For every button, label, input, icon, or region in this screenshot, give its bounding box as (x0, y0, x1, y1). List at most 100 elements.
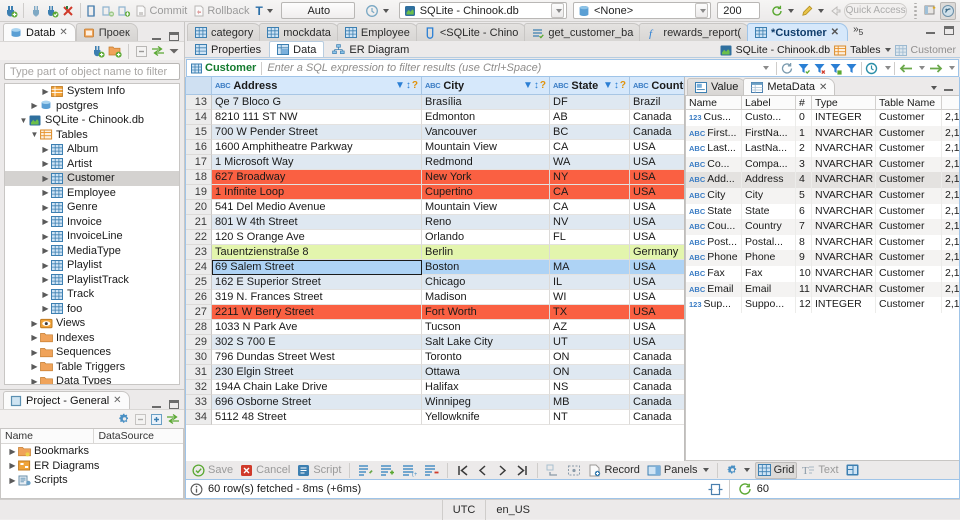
row-number[interactable]: 34 (186, 410, 212, 425)
save-button[interactable]: Save (190, 462, 235, 479)
tree-item-tables[interactable]: ▼ Tables (5, 128, 179, 143)
close-icon-3[interactable]: ✕ (819, 82, 827, 93)
connection-select[interactable]: SQLite - Chinook.db (398, 2, 567, 19)
row-number[interactable]: 19 (186, 185, 212, 200)
grid-cell[interactable]: Orlando (422, 230, 550, 245)
grid-cell[interactable]: Tucson (422, 320, 550, 335)
calc-icon[interactable] (844, 462, 861, 479)
chevron-right-icon[interactable]: ▶ (29, 101, 40, 110)
grid-cell[interactable]: FL (550, 230, 630, 245)
grid-cell[interactable]: 8210 111 ST NW (212, 110, 422, 125)
metadata-row[interactable]: ABCEmailEmail11NVARCHARCustomer2,147,483 (686, 281, 959, 298)
rollback-tx-icon[interactable] (101, 2, 115, 20)
remove-filter-icon[interactable] (813, 62, 826, 75)
schema-select[interactable]: <None> (573, 2, 712, 19)
metadata-row[interactable]: ABC First... FirstNa... 1 NVARCHAR Customer 2,… (686, 125, 959, 142)
metadata-cell-label[interactable]: Postal... (742, 234, 796, 251)
minimize-icon-4[interactable] (944, 83, 954, 92)
minimize-icon[interactable] (152, 32, 162, 41)
metadata-cell-label[interactable]: City (742, 187, 796, 204)
metadata-body[interactable]: 123Cus...Custo...0INTEGERCustomer2,147,4… (686, 110, 959, 313)
metadata-cell-label[interactable]: State (742, 203, 796, 220)
grid-cell[interactable]: Madison (422, 290, 550, 305)
metadata-cell-idx[interactable]: 8 (796, 234, 812, 251)
row-number[interactable]: 23 (186, 245, 212, 260)
grid-cell[interactable]: 1 Microsoft Way (212, 155, 422, 170)
filter-table-name[interactable]: Customer (187, 62, 256, 74)
metadata-row[interactable]: 123Sup...Suppo...12INTEGERCustomer2,147,… (686, 297, 959, 313)
metadata-cell-maxlen[interactable]: 2,147,483 (942, 172, 959, 188)
grid-cell[interactable]: Salt Lake City (422, 335, 550, 350)
metadata-cell-label[interactable]: Custo... (742, 110, 796, 126)
metadata-cell-maxlen[interactable]: 2,147,483 (942, 282, 959, 298)
table-row[interactable]: 272211 W Berry StreetFort WorthTXUSA76 (186, 305, 684, 320)
gear-icon[interactable] (118, 413, 131, 426)
metadata-cell-table[interactable]: Customer (876, 297, 942, 313)
table-row[interactable]: 25162 E Superior StreetChicagoILUSA60 (186, 275, 684, 290)
grid-cell[interactable]: Cupertino (422, 185, 550, 200)
project-tab[interactable]: Project - General ✕ (3, 391, 130, 409)
chevron-down-icon-7[interactable] (949, 66, 955, 70)
save-filter-icon[interactable] (829, 62, 842, 75)
row-number[interactable]: 30 (186, 350, 212, 365)
metadata-cell-type[interactable]: NVARCHAR (812, 156, 876, 173)
grid-cell[interactable]: 801 W 4th Street (212, 215, 422, 230)
breadcrumb-item-tables[interactable]: Tables (834, 44, 892, 56)
metadata-cell-idx[interactable]: 1 (796, 125, 812, 142)
table-row[interactable]: 281033 N Park AveTucsonAZUSA85 (186, 320, 684, 335)
filter-expression-input[interactable]: Enter a SQL expression to filter results… (267, 62, 541, 74)
row-number[interactable]: 17 (186, 155, 212, 170)
metadata-cell-maxlen[interactable]: 2,147,483 (942, 219, 959, 235)
grid-cell[interactable]: 319 N. Frances Street (212, 290, 422, 305)
grid-cell[interactable]: 302 S 700 E (212, 335, 422, 350)
grid-cell[interactable]: Ottawa (422, 365, 550, 380)
editor-tab-employee[interactable]: Employee (336, 23, 419, 41)
metadata-cell-idx[interactable]: 6 (796, 203, 812, 220)
last-row-icon[interactable] (514, 462, 531, 479)
metadata-cell-label[interactable]: Country (742, 219, 796, 235)
chevron-down-icon-5[interactable] (885, 66, 891, 70)
grid-cell[interactable]: Boston (422, 260, 550, 275)
row-number[interactable]: 29 (186, 335, 212, 350)
grid-cell[interactable] (550, 245, 630, 260)
tab-properties[interactable]: Properties (187, 41, 269, 57)
metadata-cell-table[interactable]: Customer (876, 234, 942, 251)
sidebar-tab-project[interactable]: Проек (75, 23, 138, 41)
next-page-icon[interactable] (928, 63, 944, 74)
metadata-cell-table[interactable]: Customer (876, 187, 942, 204)
grid-cell[interactable]: 69 Salem Street (212, 260, 422, 275)
metadata-cell-type[interactable]: NVARCHAR (812, 141, 876, 157)
grid-cell[interactable]: WI (550, 290, 630, 305)
metadata-cell-type[interactable]: INTEGER (812, 297, 876, 313)
metadata-cell-idx[interactable]: 11 (796, 281, 812, 298)
delete-row-icon[interactable] (422, 462, 441, 479)
cancel-button[interactable]: Cancel (238, 462, 292, 479)
invalidate-icon[interactable] (61, 2, 75, 20)
grid-cell[interactable]: USA (630, 320, 684, 335)
toolbar-drag-handle[interactable] (913, 2, 918, 19)
grid-cell[interactable]: Qe 7 Bloco G (212, 95, 422, 110)
chevron-right-icon[interactable]: ▶ (7, 447, 18, 456)
metadata-cell-maxlen[interactable]: 2,147,483 (942, 126, 959, 142)
grid-cell[interactable]: BC (550, 125, 630, 140)
new-folder-icon[interactable] (108, 44, 122, 58)
metadata-cell-name[interactable]: 123 Sup... (686, 297, 742, 313)
chevron-right-icon[interactable]: ▶ (29, 362, 40, 371)
chevron-right-icon[interactable]: ▶ (29, 377, 40, 384)
prev-row-icon[interactable] (474, 462, 491, 479)
metadata-cell-maxlen[interactable]: 2,147,483 (942, 297, 959, 313)
row-number[interactable]: 33 (186, 395, 212, 410)
tree-item-playlisttrack[interactable]: ▶ PlaylistTrack (5, 273, 179, 288)
metadata-cell-idx[interactable]: 12 (796, 297, 812, 313)
column-filter-icons[interactable]: ▼ ↕? (395, 80, 418, 91)
chevron-right-icon[interactable]: ▶ (40, 87, 51, 96)
grid-column-header-state[interactable]: ABC State ▼ ↕? (550, 77, 630, 94)
panel-tab-value[interactable]: Value (687, 78, 747, 95)
editor-tabs-overflow[interactable]: »5 (845, 24, 867, 39)
grid-cell[interactable]: Yellowknife (422, 410, 550, 425)
grid-cell[interactable]: USA (630, 170, 684, 185)
edit-row-icon[interactable] (356, 462, 375, 479)
grid-cell[interactable]: Winnipeg (422, 395, 550, 410)
grid-cell[interactable]: USA (630, 215, 684, 230)
metadata-cell-idx[interactable]: 3 (796, 156, 812, 173)
